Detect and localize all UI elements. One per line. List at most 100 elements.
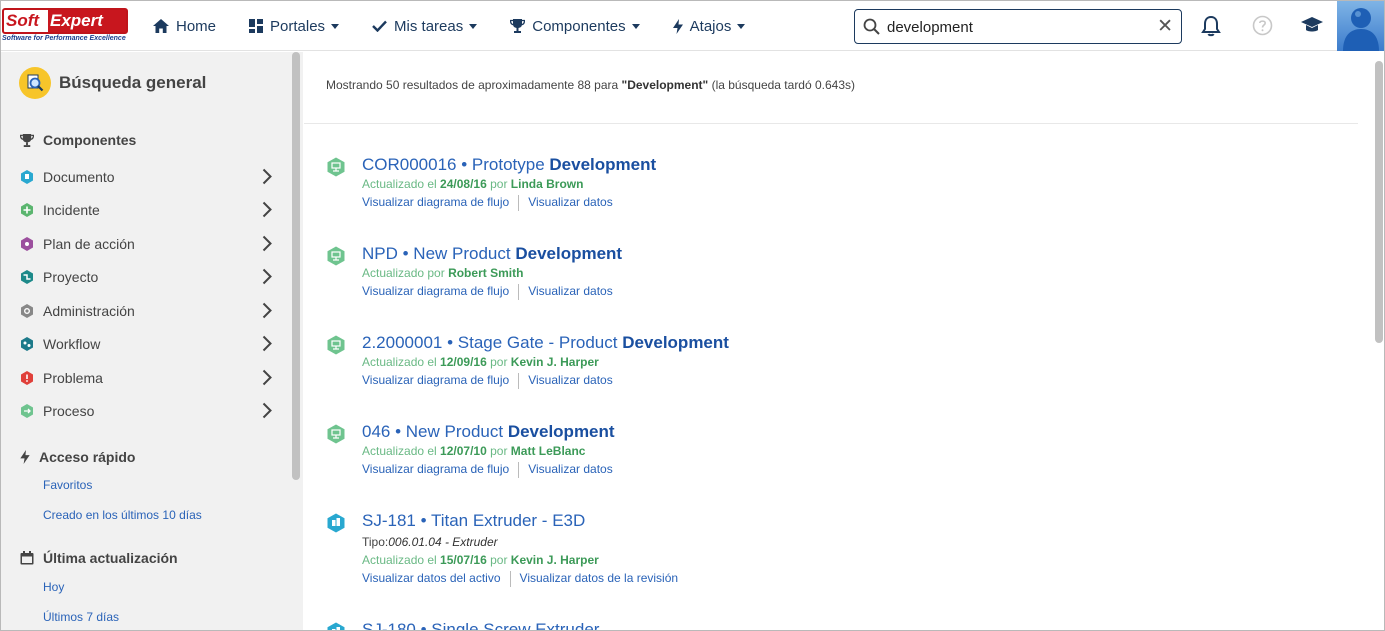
- result-links: Visualizar diagrama de flujo Visualizar d…: [362, 195, 613, 211]
- link-separator: [518, 195, 520, 211]
- process-component-icon: [21, 404, 33, 418]
- meta-author: Robert Smith: [448, 266, 524, 280]
- meta-date: 12/09/16: [440, 355, 487, 369]
- calendar-icon: [20, 551, 34, 565]
- nav-componentes-label: Componentes: [532, 17, 626, 35]
- link-ultimos-7-dias[interactable]: Últimos 7 días: [43, 610, 119, 624]
- result-meta: Actualizado por Robert Smith: [362, 266, 523, 280]
- logo-box: Soft Expert: [2, 8, 128, 34]
- view-data-link[interactable]: Visualizar datos: [528, 462, 613, 478]
- sidebar-item-administracion[interactable]: Administración: [20, 298, 278, 324]
- result-title: COR000016 • Prototype: [362, 155, 550, 174]
- sidebar-item-proyecto[interactable]: Proyecto: [20, 264, 278, 290]
- link-favoritos[interactable]: Favoritos: [43, 478, 92, 492]
- link-creado-ultimos-10-dias[interactable]: Creado en los últimos 10 días: [43, 508, 202, 522]
- divider: [304, 123, 1358, 124]
- result-meta: Actualizado el 12/09/16 por Kevin J. Har…: [362, 355, 599, 369]
- incident-component-icon: [21, 203, 33, 217]
- sidebar-item-workflow[interactable]: Workflow: [20, 331, 278, 357]
- results-scrollbar[interactable]: [1375, 61, 1383, 343]
- sidebar-item-proceso[interactable]: Proceso: [20, 398, 278, 424]
- user-avatar[interactable]: [1337, 1, 1384, 51]
- view-flowchart-link[interactable]: Visualizar diagrama de flujo: [362, 195, 509, 211]
- search-input[interactable]: [887, 16, 1147, 38]
- trophy-icon: [510, 19, 526, 33]
- sidebar-item-label: Workflow: [43, 336, 101, 352]
- nav-mis-tareas[interactable]: Mis tareas: [372, 1, 478, 51]
- process-icon: [327, 335, 345, 355]
- result-links: Visualizar diagrama de flujo Visualizar d…: [362, 373, 613, 389]
- chevron-right-icon: [262, 235, 272, 252]
- sidebar-item-label: Proceso: [43, 403, 95, 419]
- asset-icon: [327, 622, 345, 630]
- sidebar-item-label: Incidente: [43, 202, 100, 218]
- sidebar-item-label: Plan de acción: [43, 236, 135, 252]
- sidebar-item-documento[interactable]: Documento: [20, 164, 278, 190]
- home-icon: [153, 19, 169, 33]
- result-title-link[interactable]: NPD • New Product Development: [362, 244, 622, 264]
- result-title: 046 • New Product: [362, 422, 508, 441]
- sidebar-title: Búsqueda general: [59, 73, 207, 92]
- meta-por: por: [486, 553, 511, 567]
- result-title-link[interactable]: COR000016 • Prototype Development: [362, 155, 656, 175]
- view-flowchart-link[interactable]: Visualizar diagrama de flujo: [362, 284, 509, 300]
- chevron-right-icon: [262, 402, 272, 419]
- section-componentes: Componentes: [20, 132, 136, 148]
- nav-portales[interactable]: Portales: [249, 1, 340, 51]
- nav-componentes[interactable]: Componentes: [510, 1, 640, 51]
- global-search[interactable]: ✕: [854, 9, 1182, 44]
- project-component-icon: [21, 270, 33, 284]
- sidebar-item-problema[interactable]: Problema: [20, 365, 278, 391]
- result-title-link[interactable]: SJ-181 • Titan Extruder - E3D: [362, 511, 585, 531]
- result-title-highlight: Development: [549, 155, 657, 174]
- results-summary: Mostrando 50 resultados de aproximadamen…: [326, 78, 855, 92]
- view-flowchart-link[interactable]: Visualizar diagrama de flujo: [362, 462, 509, 478]
- section-componentes-label: Componentes: [43, 132, 137, 148]
- softexpert-logo[interactable]: Soft Expert Software for Performance Exc…: [2, 8, 132, 44]
- sidebar-scrollbar[interactable]: [292, 52, 300, 480]
- view-data-link[interactable]: Visualizar datos: [528, 195, 613, 211]
- link-separator: [518, 373, 520, 389]
- view-asset-data-link[interactable]: Visualizar datos del activo: [362, 571, 501, 587]
- nav-atajos[interactable]: Atajos: [672, 1, 746, 51]
- meta-prefix: Actualizado el: [362, 355, 441, 369]
- nav-atajos-label: Atajos: [689, 17, 732, 35]
- meta-date: 15/07/16: [440, 553, 487, 567]
- logo-tagline: Software for Performance Excellence: [2, 35, 126, 42]
- process-icon: [327, 424, 345, 444]
- result-title-link[interactable]: 2.2000001 • Stage Gate - Product Develop…: [362, 333, 729, 353]
- dashboard-icon: [249, 19, 264, 33]
- sidebar-header: Búsqueda general: [19, 67, 206, 99]
- result-title: SJ-181 • Titan Extruder - E3D: [362, 511, 586, 530]
- clear-search-icon[interactable]: ✕: [1157, 16, 1173, 38]
- chevron-right-icon: [262, 302, 272, 319]
- sidebar-item-label: Documento: [43, 169, 115, 185]
- meta-prefix: Actualizado el: [362, 553, 441, 567]
- document-component-icon: [21, 170, 33, 184]
- graduation-cap-icon[interactable]: [1301, 15, 1323, 35]
- link-hoy[interactable]: Hoy: [43, 580, 64, 594]
- result-meta: Actualizado el 12/07/10 por Matt LeBlanc: [362, 444, 585, 458]
- view-data-link[interactable]: Visualizar datos: [528, 373, 613, 389]
- result-meta: Actualizado el 15/07/16 por Kevin J. Har…: [362, 553, 599, 567]
- result-title-highlight: Development: [515, 244, 623, 263]
- results-panel: Mostrando 50 resultados de aproximadamen…: [304, 52, 1374, 630]
- user-silhouette-icon: [1343, 8, 1379, 51]
- view-revision-data-link[interactable]: Visualizar datos de la revisión: [520, 571, 679, 587]
- meta-author: Kevin J. Harper: [510, 355, 599, 369]
- trophy-icon: [20, 133, 34, 147]
- result-title-link[interactable]: 046 • New Product Development: [362, 422, 615, 442]
- view-data-link[interactable]: Visualizar datos: [528, 284, 613, 300]
- view-flowchart-link[interactable]: Visualizar diagrama de flujo: [362, 373, 509, 389]
- lightning-icon: [20, 450, 30, 464]
- result-title-link[interactable]: SJ-180 • Single Screw Extruder: [362, 620, 599, 630]
- lightning-icon: [672, 18, 683, 34]
- bell-icon[interactable]: [1201, 15, 1221, 37]
- nav-home[interactable]: Home: [153, 1, 216, 51]
- result-title-highlight: Development: [622, 333, 729, 352]
- sidebar-item-plan-de-accion[interactable]: Plan de acción: [20, 231, 278, 257]
- link-separator: [518, 284, 520, 300]
- sidebar-item-incidente[interactable]: Incidente: [20, 197, 278, 223]
- help-icon[interactable]: [1252, 15, 1273, 36]
- sidebar-item-label: Problema: [43, 370, 103, 386]
